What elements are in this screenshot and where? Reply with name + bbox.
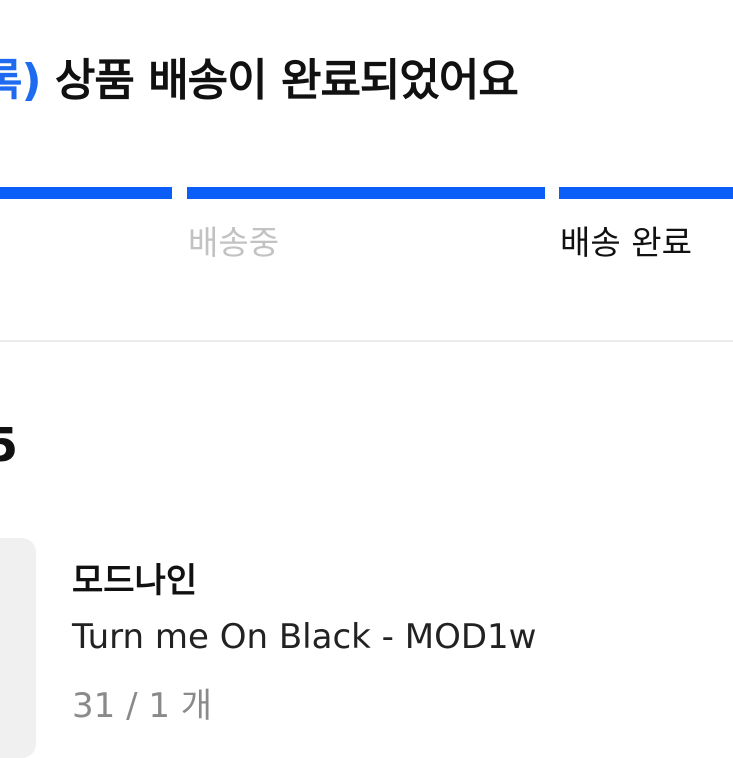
progress-bar-step-2 [187, 187, 545, 199]
product-brand[interactable]: 모드나인 [72, 553, 197, 602]
progress-bar-step-1 [0, 187, 172, 199]
step-label-shipping: 배송중 [188, 223, 280, 262]
section-number: 5 [0, 418, 19, 472]
page-title: 록) 상품 배송이 완료되었어요 [0, 44, 519, 108]
step-label-delivered: 배송 완료 [560, 223, 692, 262]
section-divider [0, 340, 733, 342]
title-accent: 록) [0, 55, 42, 106]
product-option: 31 / 1 개 [72, 686, 213, 726]
title-text: 상품 배송이 완료되었어요 [54, 55, 519, 106]
progress-bar-step-3 [559, 187, 733, 199]
product-thumbnail[interactable] [0, 538, 36, 758]
product-name[interactable]: Turn me On Black - MOD1w [72, 617, 536, 657]
